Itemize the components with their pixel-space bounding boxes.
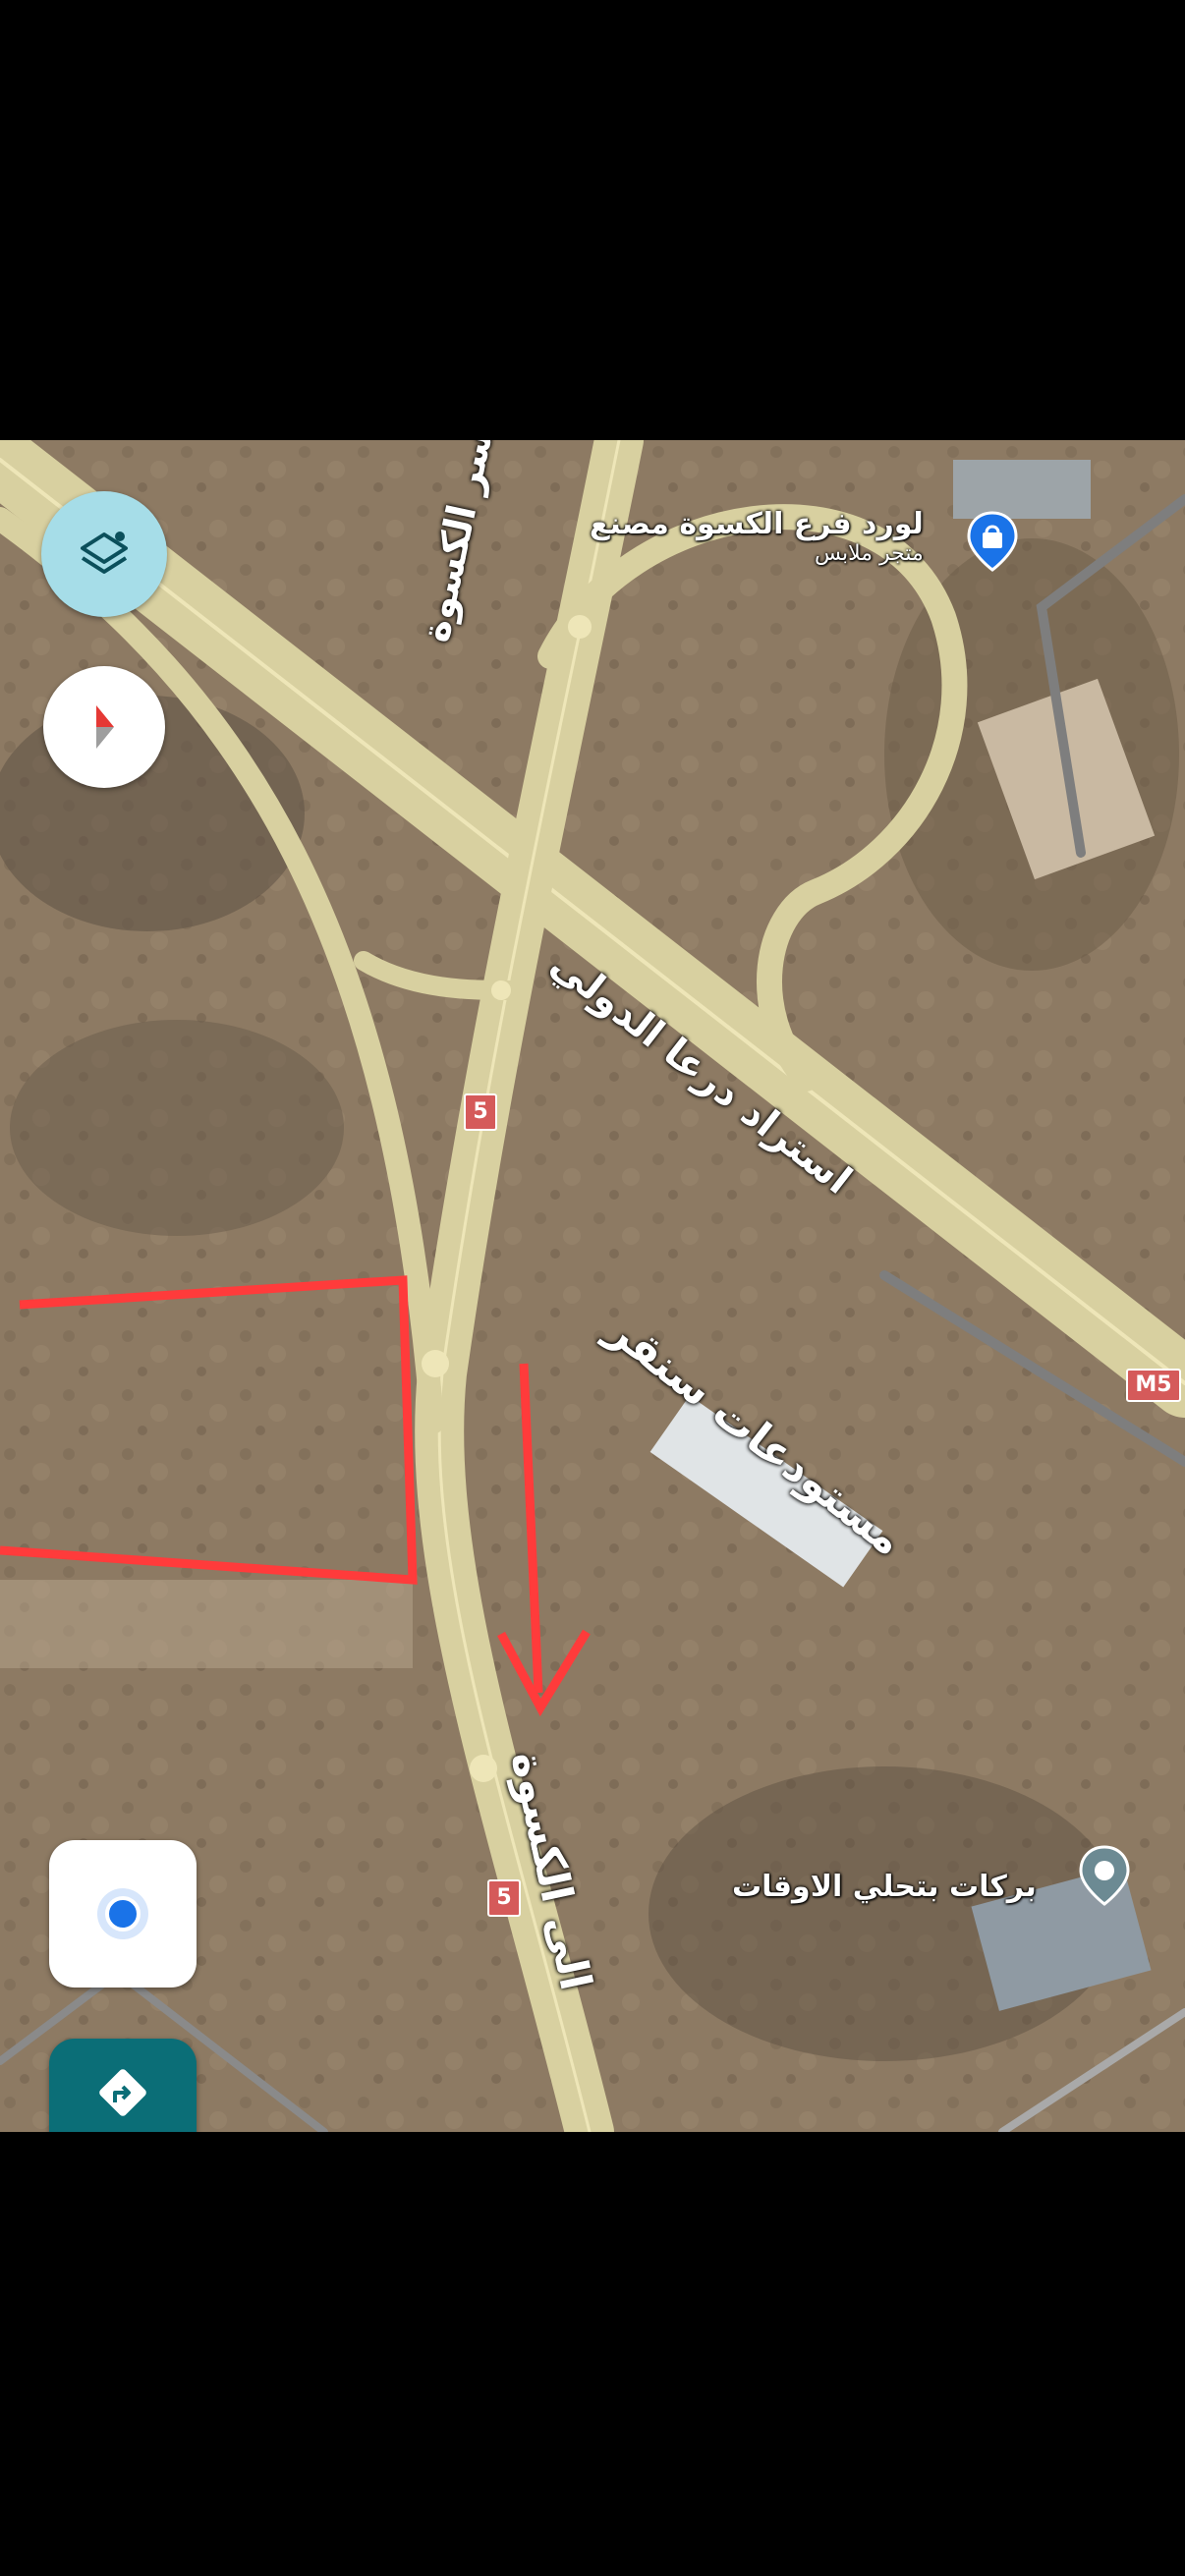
compass-button[interactable] bbox=[43, 666, 165, 788]
poi-category: متجر ملابس bbox=[814, 541, 924, 566]
directions-button[interactable] bbox=[49, 2039, 197, 2132]
layers-icon bbox=[81, 532, 128, 574]
compass-icon bbox=[96, 705, 114, 749]
route-shield-5: 5 bbox=[464, 1093, 497, 1131]
directions-icon bbox=[99, 2069, 146, 2116]
map-view[interactable]: 5 5 M5 جسر الكسوة استراد درعا الدولي مست… bbox=[0, 440, 1185, 2132]
poi-title: لورد فرع الكسوة مصنع bbox=[590, 507, 924, 541]
poi-barakat[interactable]: بركات بتحلي الاوقات bbox=[732, 1870, 1037, 1904]
poi-lord-kiswah[interactable]: لورد فرع الكسوة مصنع متجر ملابس bbox=[590, 507, 924, 566]
my-location-button[interactable] bbox=[49, 1840, 197, 1988]
route-shield-5: 5 bbox=[487, 1879, 521, 1917]
layers-button[interactable] bbox=[41, 491, 167, 617]
route-shield-m5: M5 bbox=[1126, 1369, 1181, 1402]
my-location-icon bbox=[97, 1888, 148, 1939]
shopping-bag-icon[interactable] bbox=[961, 509, 1024, 572]
place-pin-icon[interactable] bbox=[1073, 1843, 1136, 1906]
